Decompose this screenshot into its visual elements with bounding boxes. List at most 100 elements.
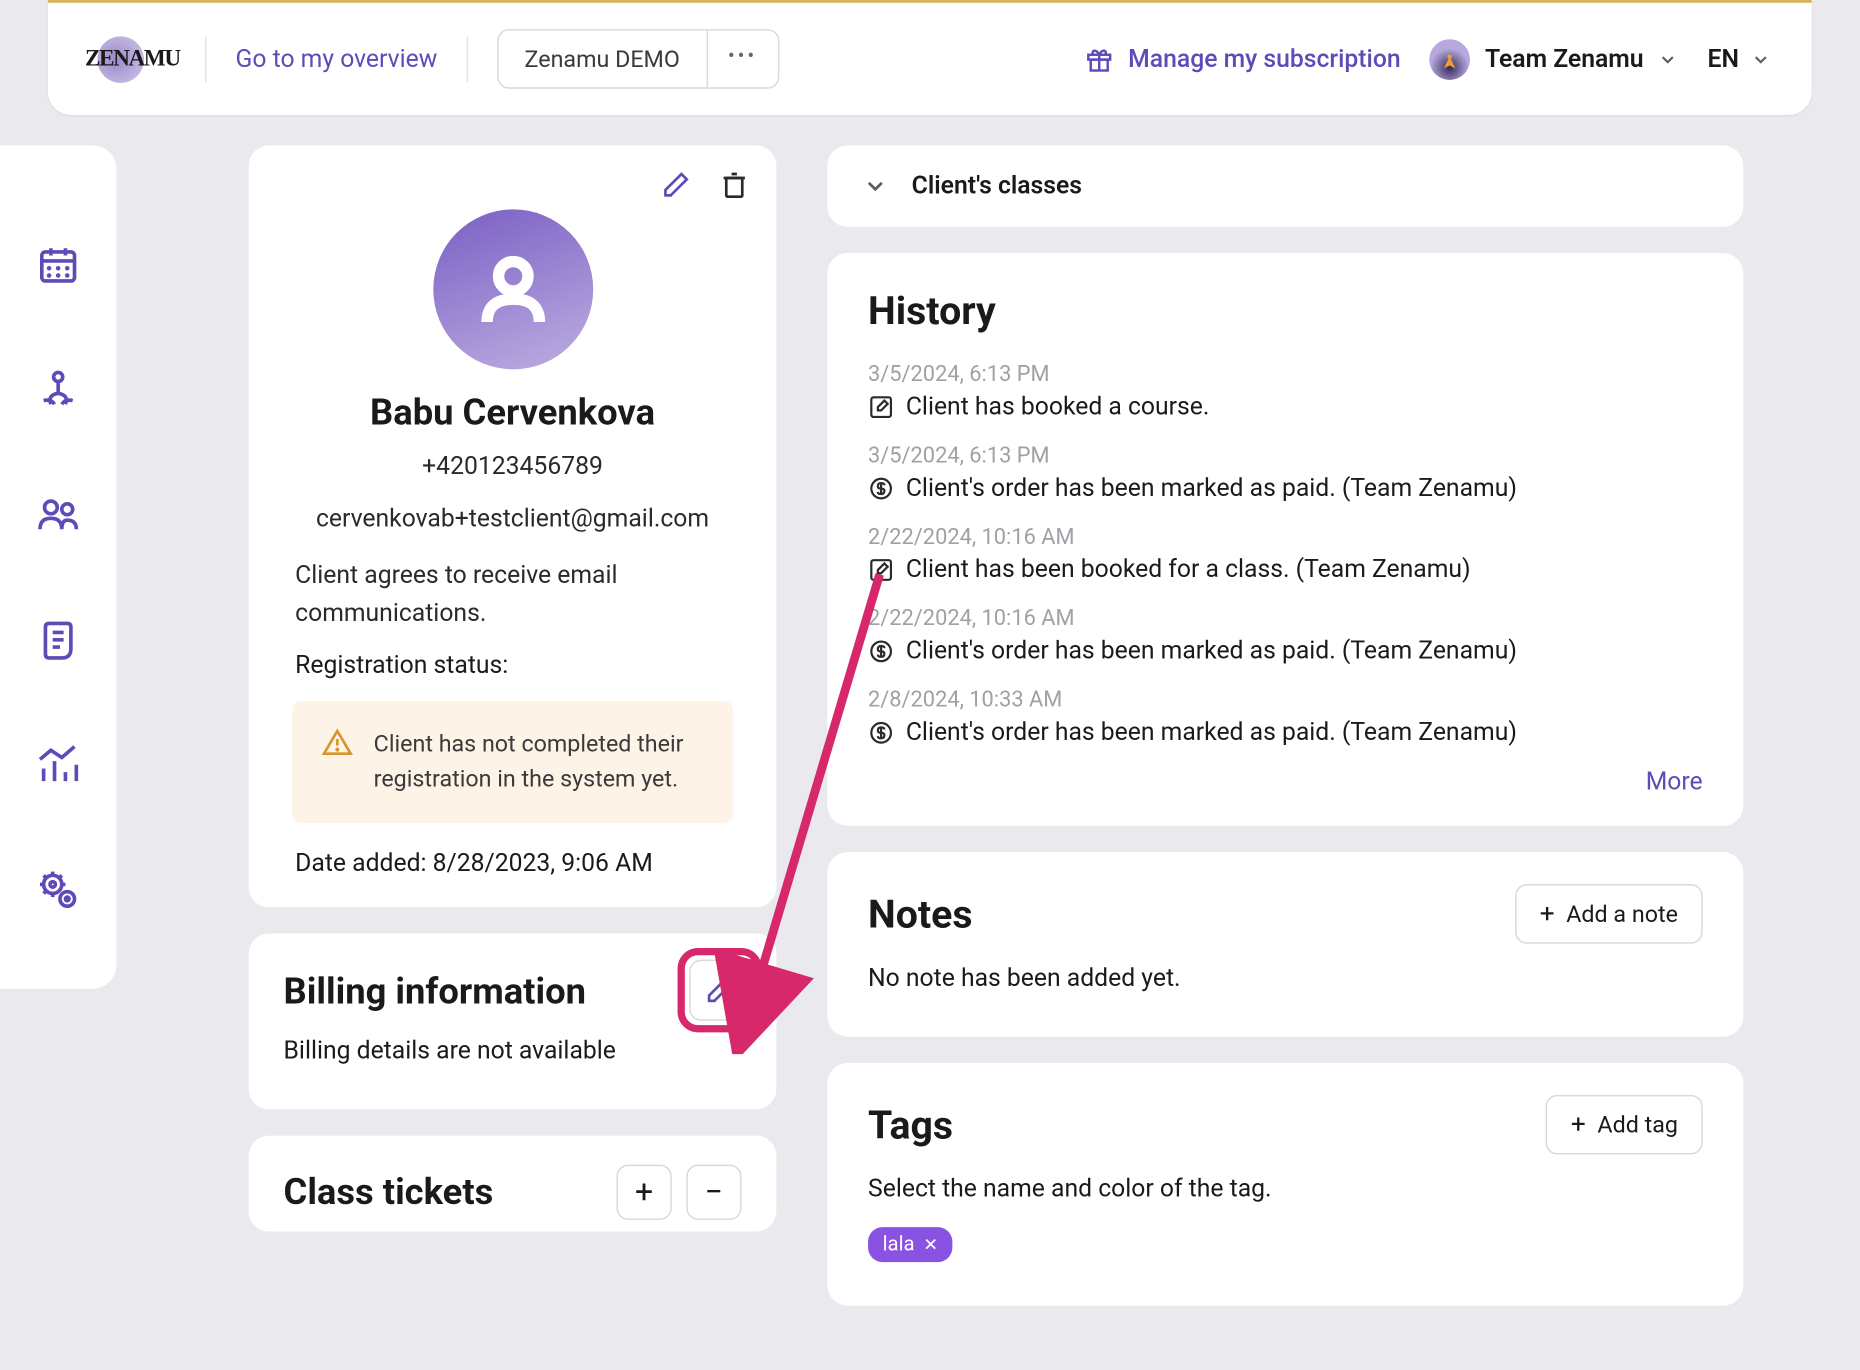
client-name: Babu Cervenkova bbox=[289, 393, 735, 435]
history-timestamp: 2/22/2024, 10:16 AM bbox=[868, 523, 1703, 549]
demo-dropdown[interactable]: Zenamu DEMO ••• bbox=[497, 29, 779, 89]
sidebar-item-documents[interactable] bbox=[26, 608, 90, 672]
top-nav: ZENAMU Go to my overview Zenamu DEMO •••… bbox=[48, 0, 1812, 115]
history-title: History bbox=[868, 288, 1703, 335]
chevron-down-icon bbox=[862, 173, 888, 199]
chevron-down-icon bbox=[1751, 49, 1771, 69]
logo-text: ZENAMU bbox=[85, 46, 180, 72]
warning-text: Client has not completed their registrat… bbox=[374, 727, 704, 797]
history-text: Client has been booked for a class. (Tea… bbox=[906, 555, 1471, 584]
history-timestamp: 2/8/2024, 10:33 AM bbox=[868, 686, 1703, 712]
history-timestamp: 3/5/2024, 6:13 PM bbox=[868, 442, 1703, 468]
edit-billing-button[interactable] bbox=[689, 959, 750, 1020]
edit-icon bbox=[868, 557, 894, 583]
plus-icon: + bbox=[1540, 899, 1555, 930]
tags-title: Tags bbox=[868, 1101, 953, 1148]
add-ticket-button[interactable]: + bbox=[616, 1165, 671, 1220]
history-text: Client has booked a course. bbox=[906, 393, 1210, 422]
history-item: 2/22/2024, 10:16 AM Client's order has be… bbox=[868, 605, 1703, 666]
history-item: 2/8/2024, 10:33 AM Client's order has bee… bbox=[868, 686, 1703, 747]
clients-classes-card[interactable]: Client's classes bbox=[827, 145, 1743, 226]
meditation-icon bbox=[36, 368, 80, 412]
sidebar-item-calendar[interactable] bbox=[26, 233, 90, 297]
history-card: History 3/5/2024, 6:13 PM Client has book… bbox=[827, 253, 1743, 826]
chevron-down-icon bbox=[1658, 49, 1678, 69]
sidebar-item-analytics[interactable] bbox=[26, 733, 90, 797]
history-text: Client's order has been marked as paid. … bbox=[906, 474, 1517, 503]
class-tickets-card: Class tickets + − bbox=[249, 1136, 777, 1232]
client-phone: +420123456789 bbox=[289, 452, 735, 481]
person-icon bbox=[473, 250, 552, 329]
notes-empty-text: No note has been added yet. bbox=[868, 964, 1703, 993]
profile-card: Babu Cervenkova +420123456789 cervenkova… bbox=[249, 145, 777, 906]
billing-empty-text: Billing details are not available bbox=[284, 1037, 742, 1066]
add-tag-label: Add tag bbox=[1597, 1111, 1678, 1139]
notes-title: Notes bbox=[868, 891, 973, 938]
history-row: Client has been booked for a class. (Tea… bbox=[868, 555, 1703, 584]
classes-title: Client's classes bbox=[912, 172, 1082, 201]
edit-profile-icon[interactable] bbox=[660, 169, 692, 201]
tag-chip[interactable]: lala ✕ bbox=[868, 1227, 952, 1262]
team-dropdown[interactable]: Team Zenamu bbox=[1430, 39, 1679, 80]
language-dropdown[interactable]: EN bbox=[1708, 44, 1771, 73]
language-label: EN bbox=[1708, 44, 1739, 73]
dollar-icon bbox=[868, 638, 894, 664]
logo[interactable]: ZENAMU bbox=[89, 30, 176, 88]
history-row: Client's order has been marked as paid. … bbox=[868, 718, 1703, 747]
history-item: 3/5/2024, 6:13 PM Client's order has been… bbox=[868, 442, 1703, 503]
warning-icon bbox=[321, 727, 353, 759]
history-text: Client's order has been marked as paid. … bbox=[906, 718, 1517, 747]
history-more-link[interactable]: More bbox=[868, 768, 1703, 797]
tags-card: Tags + Add tag Select the name and color… bbox=[827, 1063, 1743, 1306]
edit-icon bbox=[704, 974, 736, 1006]
client-email: cervenkovab+testclient@gmail.com bbox=[289, 505, 735, 534]
team-name: Team Zenamu bbox=[1485, 44, 1644, 73]
tags-hint: Select the name and color of the tag. bbox=[868, 1175, 1703, 1204]
billing-card: Billing information Billing details are … bbox=[249, 933, 777, 1110]
calendar-icon bbox=[36, 243, 80, 287]
gift-icon bbox=[1085, 44, 1114, 73]
edit-icon bbox=[868, 394, 894, 420]
overview-link[interactable]: Go to my overview bbox=[236, 44, 438, 73]
plus-icon: + bbox=[1571, 1109, 1586, 1140]
document-icon bbox=[36, 618, 80, 662]
registration-warning: Client has not completed their registrat… bbox=[292, 700, 733, 822]
divider bbox=[205, 36, 206, 83]
add-note-button[interactable]: + Add a note bbox=[1515, 884, 1703, 944]
history-row: Client's order has been marked as paid. … bbox=[868, 637, 1703, 666]
tag-remove-icon[interactable]: ✕ bbox=[923, 1234, 938, 1254]
add-note-label: Add a note bbox=[1566, 900, 1678, 928]
settings-icon bbox=[36, 868, 80, 912]
sidebar bbox=[0, 145, 116, 988]
tag-label: lala bbox=[883, 1233, 915, 1256]
more-icon[interactable]: ••• bbox=[708, 31, 778, 88]
people-icon bbox=[36, 493, 80, 537]
remove-ticket-button[interactable]: − bbox=[686, 1165, 741, 1220]
add-tag-button[interactable]: + Add tag bbox=[1546, 1095, 1702, 1155]
history-timestamp: 2/22/2024, 10:16 AM bbox=[868, 605, 1703, 631]
sidebar-item-clients[interactable] bbox=[26, 483, 90, 547]
history-timestamp: 3/5/2024, 6:13 PM bbox=[868, 361, 1703, 387]
divider bbox=[466, 36, 467, 83]
sidebar-item-yoga[interactable] bbox=[26, 358, 90, 422]
dollar-icon bbox=[868, 720, 894, 746]
dollar-icon bbox=[868, 475, 894, 501]
status-label: Registration status: bbox=[289, 651, 735, 680]
consent-text: Client agrees to receive email communica… bbox=[289, 557, 735, 634]
history-item: 3/5/2024, 6:13 PM Client has booked a cou… bbox=[868, 361, 1703, 422]
chart-icon bbox=[36, 743, 80, 787]
history-row: Client has booked a course. bbox=[868, 393, 1703, 422]
avatar bbox=[433, 209, 593, 369]
manage-subscription-link[interactable]: Manage my subscription bbox=[1085, 44, 1401, 73]
delete-profile-icon[interactable] bbox=[718, 169, 750, 201]
notes-card: Notes + Add a note No note has been adde… bbox=[827, 852, 1743, 1037]
tickets-title: Class tickets bbox=[284, 1172, 494, 1214]
date-added: Date added: 8/28/2023, 9:06 AM bbox=[289, 849, 735, 878]
history-text: Client's order has been marked as paid. … bbox=[906, 637, 1517, 666]
team-avatar-icon bbox=[1430, 39, 1471, 80]
history-row: Client's order has been marked as paid. … bbox=[868, 474, 1703, 503]
demo-button-label[interactable]: Zenamu DEMO bbox=[498, 31, 707, 88]
history-item: 2/22/2024, 10:16 AM Client has been booke… bbox=[868, 523, 1703, 584]
billing-title: Billing information bbox=[284, 968, 589, 1017]
sidebar-item-settings[interactable] bbox=[26, 858, 90, 922]
